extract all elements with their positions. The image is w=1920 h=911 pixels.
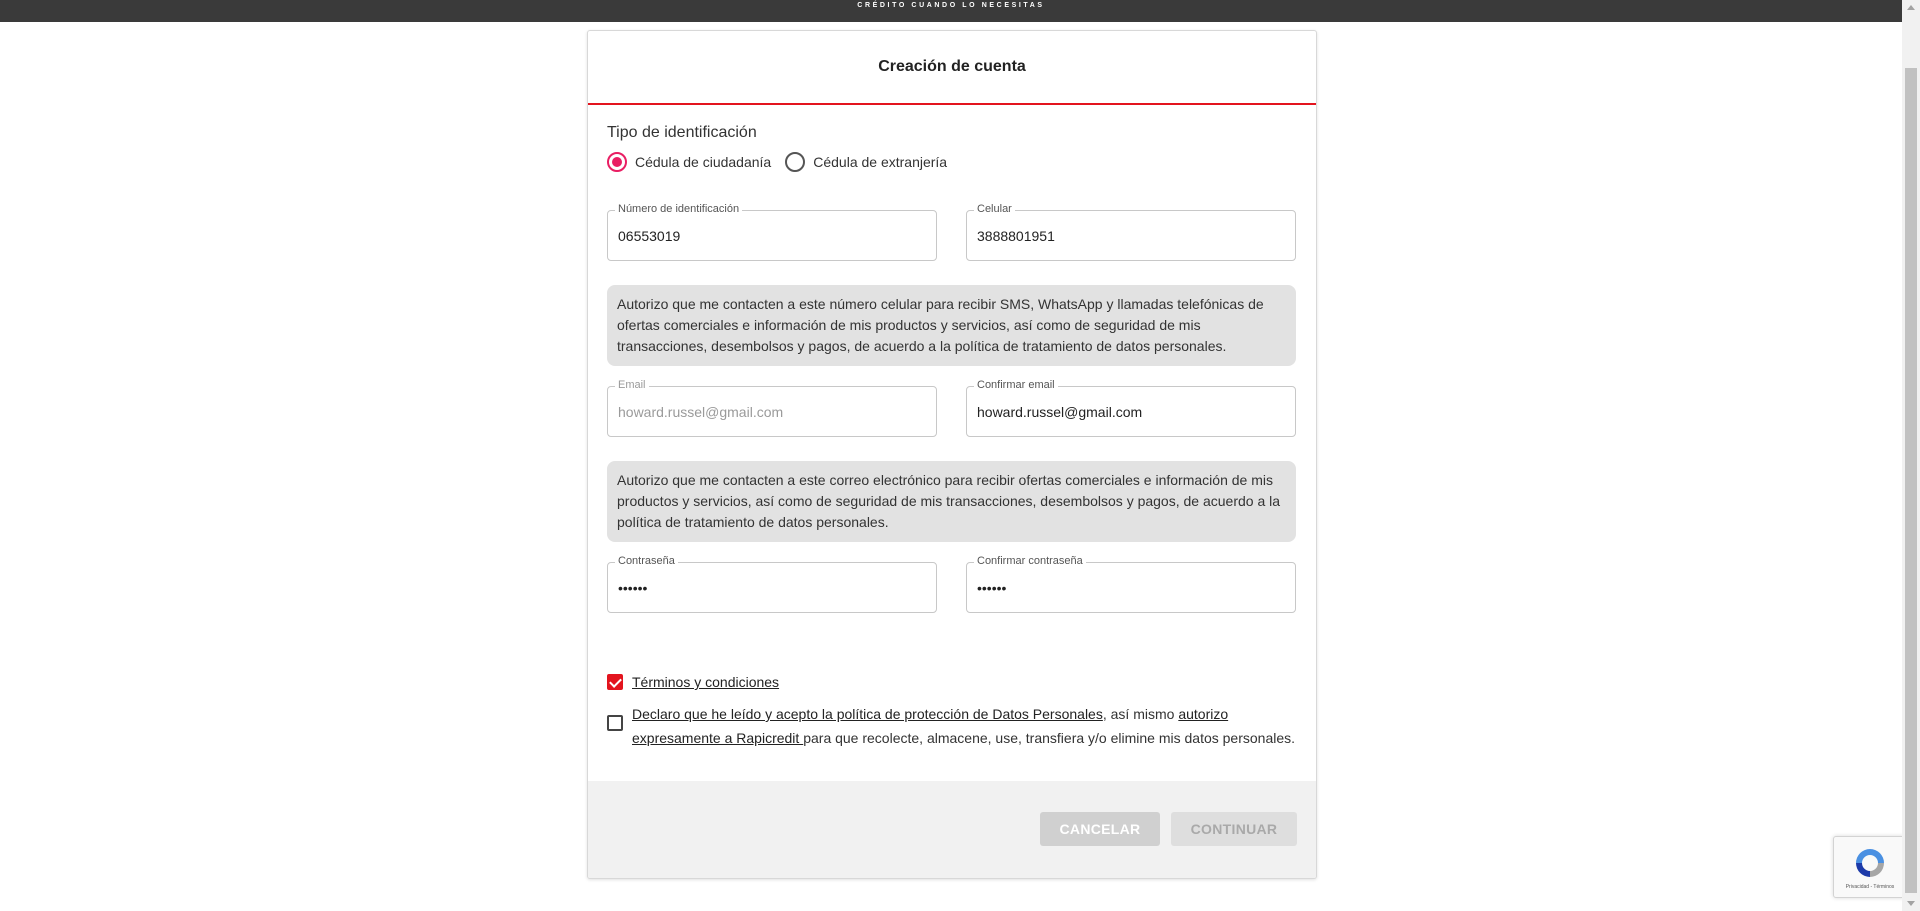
privacy-consent-text: Declaro que he leído y acepto la polític… xyxy=(632,702,1307,750)
scroll-thumb[interactable] xyxy=(1905,68,1917,893)
email-field: Email howard.russel@gmail.com xyxy=(607,379,937,437)
brand-tagline: CRÉDITO CUANDO LO NECESITAS xyxy=(857,2,1045,9)
email-consent-notice: Autorizo que me contacten a este correo … xyxy=(607,461,1296,542)
card-header: Creación de cuenta xyxy=(588,31,1316,105)
privacy-text-1: , así mismo xyxy=(1102,706,1179,722)
recaptcha-badge[interactable]: Privacidad - Términos xyxy=(1833,836,1905,898)
terms-link[interactable]: Términos y condiciones xyxy=(632,670,779,694)
id-number-input[interactable]: 06553019 xyxy=(618,228,928,244)
phone-field[interactable]: Celular 3888801951 xyxy=(966,203,1296,261)
radio-label: Cédula de ciudadanía xyxy=(635,154,772,170)
password-input[interactable]: •••••• xyxy=(618,580,928,596)
id-number-label: Número de identificación xyxy=(615,203,743,215)
id-type-title: Tipo de identificación xyxy=(607,124,757,141)
radio-label: Cédula de extranjería xyxy=(813,154,948,170)
phone-input[interactable]: 3888801951 xyxy=(977,228,1287,244)
privacy-checkbox[interactable] xyxy=(607,715,623,731)
cancel-button[interactable]: CANCELAR xyxy=(1040,812,1160,846)
privacy-text-2: para que recolecte, almacene, use, trans… xyxy=(803,730,1296,746)
id-number-field[interactable]: Número de identificación 06553019 xyxy=(607,203,937,261)
confirm-email-label: Confirmar email xyxy=(974,379,1058,391)
terms-checkbox[interactable] xyxy=(607,674,623,690)
recaptcha-text[interactable]: Privacidad - Términos xyxy=(1834,884,1906,890)
scroll-up-arrow-icon[interactable] xyxy=(1907,5,1915,10)
phone-label: Celular xyxy=(974,203,1015,215)
email-label: Email xyxy=(615,379,649,391)
terms-consent-row: Términos y condiciones xyxy=(607,670,779,694)
radio-unchecked-icon[interactable] xyxy=(785,152,806,172)
page-title: Creación de cuenta xyxy=(878,58,1026,75)
password-field[interactable]: Contraseña •••••• xyxy=(607,555,937,613)
recaptcha-icon xyxy=(1856,849,1884,877)
radio-checked-icon[interactable] xyxy=(607,152,627,172)
card-footer: CANCELAR CONTINUAR xyxy=(588,781,1316,878)
phone-consent-notice: Autorizo que me contacten a este número … xyxy=(607,285,1296,366)
scroll-down-arrow-icon[interactable] xyxy=(1907,901,1915,906)
email-input: howard.russel@gmail.com xyxy=(618,404,784,420)
confirm-email-field[interactable]: Confirmar email howard.russel@gmail.com xyxy=(966,379,1296,437)
id-type-radio-group: Cédula de ciudadanía Cédula de extranjer… xyxy=(607,152,961,172)
confirm-password-label: Confirmar contraseña xyxy=(974,555,1086,567)
confirm-email-input[interactable]: howard.russel@gmail.com xyxy=(977,404,1287,420)
account-creation-card: Creación de cuenta Tipo de identificació… xyxy=(587,30,1317,879)
confirm-password-field[interactable]: Confirmar contraseña •••••• xyxy=(966,555,1296,613)
password-label: Contraseña xyxy=(615,555,678,567)
privacy-policy-link[interactable]: Declaro que he leído y acepto la polític… xyxy=(632,706,1103,722)
continue-button[interactable]: CONTINUAR xyxy=(1171,812,1297,846)
page-scrollbar[interactable] xyxy=(1902,0,1920,911)
radio-cedula-extranjeria[interactable]: Cédula de extranjería xyxy=(785,152,947,172)
radio-cedula-ciudadania[interactable]: Cédula de ciudadanía xyxy=(607,152,771,172)
privacy-consent-row: Declaro que he leído y acepto la polític… xyxy=(607,702,1307,750)
confirm-password-input[interactable]: •••••• xyxy=(977,580,1287,596)
top-bar: CRÉDITO CUANDO LO NECESITAS xyxy=(0,0,1902,22)
